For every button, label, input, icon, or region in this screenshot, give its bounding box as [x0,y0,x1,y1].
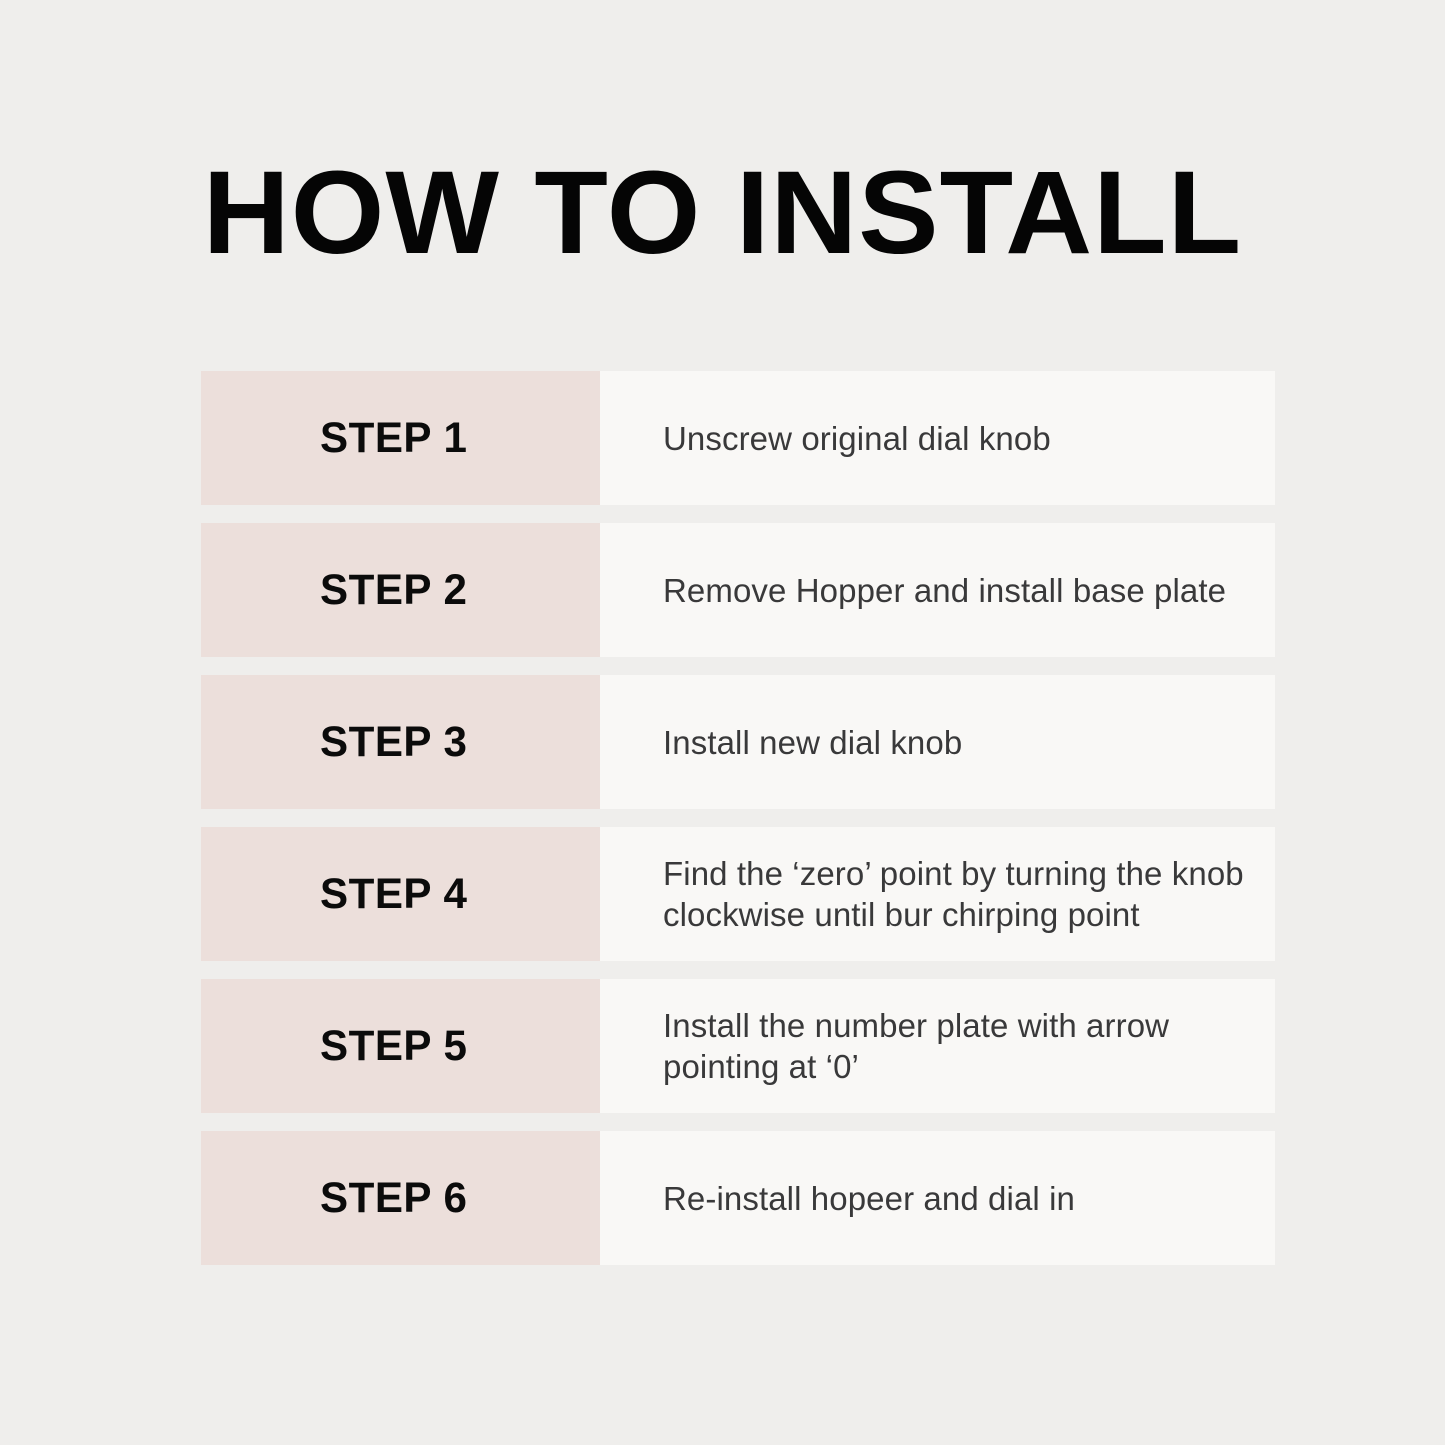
step-description-5: Install the number plate with arrow poin… [663,1007,1170,1085]
step-label-3: STEP 3 [320,718,468,766]
step-row: STEP 5 Install the number plate with arr… [201,979,1275,1113]
step-label-5: STEP 5 [320,1022,468,1070]
step-label-cell-5: STEP 5 [201,979,600,1113]
step-row: STEP 6 Re-install hopeer and dial in [201,1131,1275,1265]
step-label-1: STEP 1 [320,414,468,462]
step-description-cell-5: Install the number plate with arrow poin… [600,979,1275,1113]
step-row: STEP 2 Remove Hopper and install base pl… [201,523,1275,657]
step-description-3: Install new dial knob [663,723,963,761]
step-description-cell-3: Install new dial knob [600,675,1275,809]
step-description-6: Re-install hopeer and dial in [663,1179,1075,1217]
step-description-cell-1: Unscrew original dial knob [600,371,1275,505]
step-row: STEP 1 Unscrew original dial knob [201,371,1275,505]
step-label-4: STEP 4 [320,870,468,918]
step-label-cell-4: STEP 4 [201,827,600,961]
step-description-cell-6: Re-install hopeer and dial in [600,1131,1275,1265]
step-row: STEP 3 Install new dial knob [201,675,1275,809]
steps-list: STEP 1 Unscrew original dial knob STEP 2… [201,371,1275,1265]
step-description-cell-2: Remove Hopper and install base plate [600,523,1275,657]
step-label-cell-6: STEP 6 [201,1131,600,1265]
step-label-2: STEP 2 [320,566,468,614]
step-description-4: Find the ‘zero’ point by turning the kno… [663,855,1244,933]
step-description-cell-4: Find the ‘zero’ point by turning the kno… [600,827,1275,961]
step-label-cell-1: STEP 1 [201,371,600,505]
step-row: STEP 4 Find the ‘zero’ point by turning … [201,827,1275,961]
step-label-6: STEP 6 [320,1174,468,1222]
how-to-install-poster: HOW TO INSTALL STEP 1 Unscrew original d… [0,0,1445,1445]
step-description-1: Unscrew original dial knob [663,419,1051,457]
step-label-cell-3: STEP 3 [201,675,600,809]
step-description-2: Remove Hopper and install base plate [663,571,1227,609]
step-label-cell-2: STEP 2 [201,523,600,657]
page-title: HOW TO INSTALL [202,147,1243,279]
